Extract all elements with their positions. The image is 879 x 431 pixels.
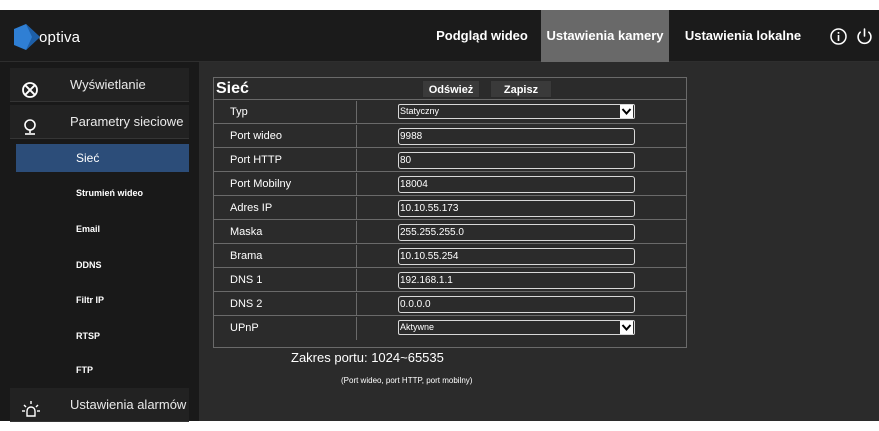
dns1-input[interactable]: 192.168.1.1 (398, 272, 635, 289)
power-icon[interactable] (855, 27, 874, 46)
sidebar: Wyświetlanie Parametry sieciowe Sieć Str… (0, 62, 199, 422)
form-row-dns2: DNS 2 0.0.0.0 (214, 293, 686, 316)
sidebar-item-video-stream[interactable]: Strumień wideo (16, 179, 189, 207)
sidebar-item-ftp[interactable]: FTP (16, 356, 189, 384)
port-range-note: Zakres portu: 1024~65535 (291, 350, 444, 365)
field-label: DNS 1 (230, 274, 263, 286)
field-label: Adres IP (230, 202, 273, 214)
column-divider (356, 125, 357, 148)
type-select[interactable]: Statyczny (398, 104, 635, 119)
gateway-input[interactable]: 10.10.55.254 (398, 248, 635, 265)
sidebar-item-label: Ustawienia alarmów (70, 397, 187, 412)
dns2-input[interactable]: 0.0.0.0 (398, 296, 635, 313)
sidebar-item-ip-filter[interactable]: Filtr IP (16, 286, 189, 314)
aperture-icon (22, 77, 38, 98)
column-divider (356, 317, 357, 340)
column-divider (356, 197, 357, 220)
top-navbar: optiva Podgląd wideo Ustawienia kamery U… (0, 10, 879, 62)
sidebar-item-network[interactable]: Parametry sieciowe (10, 105, 189, 139)
refresh-button[interactable]: Odśwież (422, 80, 480, 98)
form-row-mobile-port: Port Mobilny 18004 (214, 173, 686, 196)
form-row-type: Typ Statyczny (214, 101, 686, 124)
field-label: UPnP (230, 322, 259, 334)
field-label: Brama (230, 250, 263, 262)
sidebar-item-network-settings[interactable]: Sieć (16, 144, 189, 172)
column-divider (356, 101, 357, 124)
column-divider (356, 221, 357, 244)
page-title: Sieć (216, 80, 249, 97)
field-label: Port HTTP (230, 154, 282, 166)
top-strip (0, 0, 879, 10)
sidebar-item-label: Wyświetlanie (70, 77, 146, 92)
tab-camera-settings[interactable]: Ustawienia kamery (541, 10, 669, 62)
upnp-select[interactable]: Aktywne (398, 320, 635, 335)
field-label: Port Mobilny (230, 178, 292, 190)
column-divider (356, 293, 357, 316)
form-row-gateway: Brama 10.10.55.254 (214, 245, 686, 268)
globe-icon (22, 114, 38, 135)
video-port-input[interactable]: 9988 (398, 128, 635, 145)
column-divider (356, 173, 357, 196)
logo-mark (14, 24, 48, 50)
logo: optiva (14, 24, 80, 50)
form-row-ip-address: Adres IP 10.10.55.173 (214, 197, 686, 220)
main-content: Sieć Odśwież Zapisz Typ Statyczny Port w… (199, 62, 879, 421)
network-settings-form: Sieć Odśwież Zapisz Typ Statyczny Port w… (213, 77, 687, 348)
field-label: Maska (230, 226, 263, 238)
column-divider (356, 269, 357, 292)
sidebar-item-label: Parametry sieciowe (70, 114, 184, 129)
form-row-subnet-mask: Maska 255.255.255.0 (214, 221, 686, 244)
ip-address-input[interactable]: 10.10.55.173 (398, 200, 635, 217)
app-window: optiva Podgląd wideo Ustawienia kamery U… (0, 0, 879, 422)
select-value: Statyczny (400, 106, 440, 116)
sidebar-item-alarms[interactable]: Ustawienia alarmów (10, 388, 189, 422)
info-icon[interactable] (829, 27, 848, 46)
form-row-http-port: Port HTTP 80 (214, 149, 686, 172)
form-header: Sieć Odśwież Zapisz (214, 78, 686, 100)
form-row-dns1: DNS 1 192.168.1.1 (214, 269, 686, 292)
field-label: Typ (230, 106, 248, 118)
save-button[interactable]: Zapisz (490, 80, 552, 98)
column-divider (356, 245, 357, 268)
tab-local-settings[interactable]: Ustawienia lokalne (674, 10, 812, 62)
http-port-input[interactable]: 80 (398, 152, 635, 169)
sidebar-item-display[interactable]: Wyświetlanie (10, 68, 189, 102)
column-divider (356, 149, 357, 172)
mobile-port-input[interactable]: 18004 (398, 176, 635, 193)
tab-video-preview[interactable]: Podgląd wideo (428, 10, 536, 62)
port-hint-note: (Port wideo, port HTTP, port mobilny) (341, 376, 473, 385)
sidebar-item-rtsp[interactable]: RTSP (16, 322, 189, 350)
sidebar-item-ddns[interactable]: DDNS (16, 251, 189, 279)
subnet-mask-input[interactable]: 255.255.255.0 (398, 224, 635, 241)
chevron-down-icon (620, 105, 633, 118)
chevron-down-icon (620, 321, 633, 334)
sidebar-item-email[interactable]: Email (16, 215, 189, 243)
field-label: DNS 2 (230, 298, 263, 310)
select-value: Aktywne (400, 322, 435, 332)
alarm-bulb-icon (22, 397, 40, 417)
field-label: Port wideo (230, 130, 282, 142)
form-row-upnp: UPnP Aktywne (214, 317, 686, 340)
form-row-video-port: Port wideo 9988 (214, 125, 686, 148)
